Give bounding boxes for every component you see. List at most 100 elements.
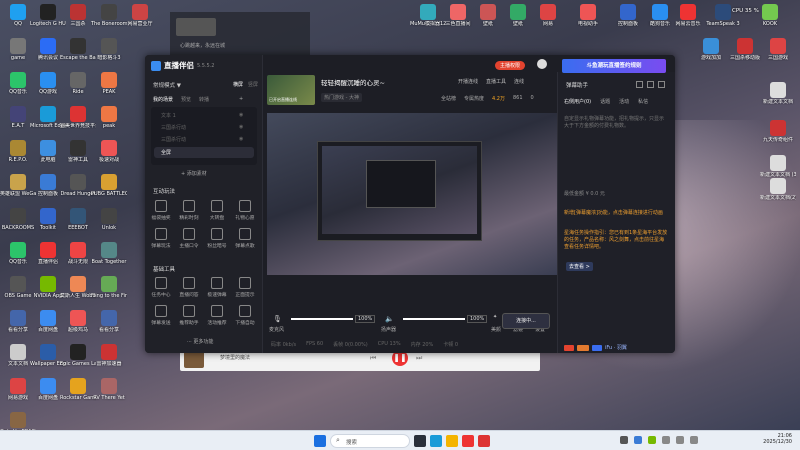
desktop-icon[interactable]: 网易云音乐 — [670, 4, 706, 27]
prev-track-icon[interactable]: ⏮ — [370, 354, 376, 363]
desktop-icon[interactable]: 网易营业厅 — [122, 4, 158, 27]
desktop-icon[interactable]: 极速对战 — [91, 140, 127, 163]
desktop-icon[interactable]: peak — [91, 106, 127, 129]
tab-messages[interactable]: 私信 — [638, 98, 648, 105]
beauty-button[interactable]: 美颜 — [491, 326, 501, 333]
viewer-name[interactable]: iFu · 羽翼 — [605, 344, 627, 351]
beauty-icon[interactable]: ✦ — [493, 314, 497, 320]
tab-my-scene[interactable]: 我的场景 — [153, 96, 173, 103]
eye-icon[interactable]: ◉ — [239, 112, 243, 118]
microphone-icon[interactable]: 🎙 — [273, 315, 282, 323]
desktop-icon[interactable]: PEAK — [91, 72, 127, 95]
speaker-volume-value[interactable]: 100% — [467, 315, 488, 323]
desktop-icon[interactable]: 看看分享 — [91, 310, 127, 333]
stream-title[interactable]: 轻轻揭醒沉睡的心灵~ — [321, 77, 385, 87]
link-button[interactable]: 连线 — [514, 78, 524, 85]
tool-button[interactable]: 任务中心 — [149, 277, 173, 298]
tab-activity[interactable]: 活动 — [619, 98, 629, 105]
tab-topic[interactable]: 话题 — [600, 98, 610, 105]
tool-button[interactable]: 极速弹幕 — [205, 277, 229, 298]
speaker-icon[interactable]: 🔈 — [385, 315, 394, 323]
tray-icon[interactable] — [634, 436, 642, 444]
volume-icon[interactable] — [676, 436, 684, 444]
desktop-icon[interactable]: 游戏加加 — [693, 38, 729, 61]
tool-button[interactable]: 活动推荐 — [205, 305, 229, 326]
scene-row[interactable]: 三国杀行动 — [161, 136, 186, 143]
wifi-icon[interactable] — [662, 436, 670, 444]
desktop-icon[interactable]: Boat Together — [91, 242, 127, 265]
expand-icon[interactable] — [658, 81, 665, 88]
connect-mic-button[interactable]: 开播连线 — [458, 78, 478, 85]
tool-button[interactable]: 直播问答 — [177, 277, 201, 298]
tool-button[interactable]: 精彩时刻 — [177, 200, 201, 221]
stream-cover-thumbnail[interactable]: 已开启直播连线 — [267, 75, 315, 105]
mic-volume-value[interactable]: 100% — [355, 315, 376, 323]
tab-preview[interactable]: 预览 — [181, 96, 191, 103]
tab-relay[interactable]: 转播 — [199, 96, 209, 103]
anchor-permission-badge[interactable]: 主播权限 — [495, 61, 526, 70]
desktop-icon[interactable]: Only Up BRAINR... — [0, 412, 36, 430]
desktop-icon[interactable]: PUBG BATTLEGROUNDS — [91, 174, 127, 197]
search-box[interactable]: ⌕ 搜索 — [330, 434, 410, 448]
clock[interactable]: 21:06 2025/12/30 — [740, 433, 792, 445]
rank-label[interactable]: 全站榜 — [441, 95, 456, 102]
eye-icon[interactable]: ◉ — [239, 136, 243, 142]
desktop-icon[interactable]: Unlok — [91, 208, 127, 231]
edge-icon[interactable] — [430, 435, 442, 447]
settings-icon[interactable] — [647, 81, 654, 88]
desktop-icon[interactable]: 新建文本文档 (3) — [760, 155, 796, 178]
desktop-icon[interactable]: 控制面板 — [610, 4, 646, 27]
tool-button[interactable]: 大转盘 — [205, 200, 229, 221]
desktop-icon[interactable]: 雷神加速器 — [91, 344, 127, 367]
portrait-button[interactable]: 竖屏 — [248, 81, 258, 88]
desktop-icon[interactable]: 新建文本文档 — [760, 82, 796, 105]
start-icon[interactable] — [314, 435, 326, 447]
tray-icon[interactable] — [620, 436, 628, 444]
desktop-icon[interactable]: 九天传奇组件 — [760, 120, 796, 143]
live-companion-taskbar-icon[interactable] — [462, 435, 474, 447]
tool-button[interactable]: 正面提示 — [233, 277, 257, 298]
stream-category[interactable]: 热门游戏 - 大神 — [321, 93, 362, 102]
go-live-button[interactable]: 连接中... — [502, 313, 550, 329]
tool-button[interactable]: 推荐助手 — [177, 305, 201, 326]
promo-banner[interactable]: 斗鱼潮玩直播签约规则 — [562, 59, 666, 73]
mic-volume-slider[interactable] — [291, 318, 353, 320]
desktop-icon[interactable]: 新建文本文档(2) — [760, 178, 796, 201]
tool-button[interactable]: 弹幕发送 — [149, 305, 173, 326]
tool-button[interactable]: 粉丝暗号 — [205, 228, 229, 249]
scene-row-selected[interactable]: 全屏 — [154, 147, 254, 158]
scene-row[interactable]: 文本 1 — [161, 112, 176, 119]
scene-row[interactable]: 三国杀行动 — [161, 124, 186, 131]
tool-button[interactable]: 礼物心愿 — [233, 200, 257, 221]
desktop-icon[interactable]: 暗影格斗3 — [91, 38, 127, 61]
desktop-icon[interactable]: Fling to the Finish — [91, 276, 127, 299]
add-source-button[interactable]: + 添加素材 — [181, 170, 207, 177]
tray-icon[interactable] — [648, 436, 656, 444]
desktop-icon[interactable]: 电视助手 — [570, 4, 606, 27]
tool-button[interactable]: 下播自动 — [233, 305, 257, 326]
landscape-button[interactable]: 横屏 — [233, 81, 243, 88]
stream-preview[interactable] — [267, 113, 557, 335]
next-track-icon[interactable]: ⏭ — [416, 354, 422, 363]
view-task-link[interactable]: 去查看 > — [566, 262, 593, 271]
mode-select[interactable]: 常规模式 ▼ — [153, 81, 181, 89]
tool-button[interactable]: 主播口令 — [177, 228, 201, 249]
tool-button[interactable]: 弹幕点歌 — [233, 228, 257, 249]
desktop-icon[interactable]: 三国杀移动版 — [727, 38, 763, 61]
add-scene-icon[interactable]: + — [239, 96, 243, 103]
netease-music-taskbar-icon[interactable] — [478, 435, 490, 447]
tab-users[interactable]: 右侧用户(0) — [564, 98, 591, 105]
live-tools-button[interactable]: 直播工具 — [486, 78, 506, 85]
eye-icon[interactable]: ◉ — [239, 124, 243, 130]
notification-icon[interactable] — [690, 436, 698, 444]
desktop-icon[interactable]: 三国游戏 — [760, 38, 796, 61]
more-features-button[interactable]: ··· 更多功能 — [187, 338, 213, 345]
window-icon[interactable] — [636, 81, 643, 88]
speaker-volume-slider[interactable] — [403, 318, 465, 320]
desktop-icon[interactable]: RV There Yet — [91, 378, 127, 401]
tool-button[interactable]: 福袋抽奖 — [149, 200, 173, 221]
task-view-icon[interactable] — [414, 435, 426, 447]
tool-button[interactable]: 弹幕玩法 — [149, 228, 173, 249]
explorer-icon[interactable] — [446, 435, 458, 447]
desktop-icon[interactable]: 网易 — [530, 4, 566, 27]
